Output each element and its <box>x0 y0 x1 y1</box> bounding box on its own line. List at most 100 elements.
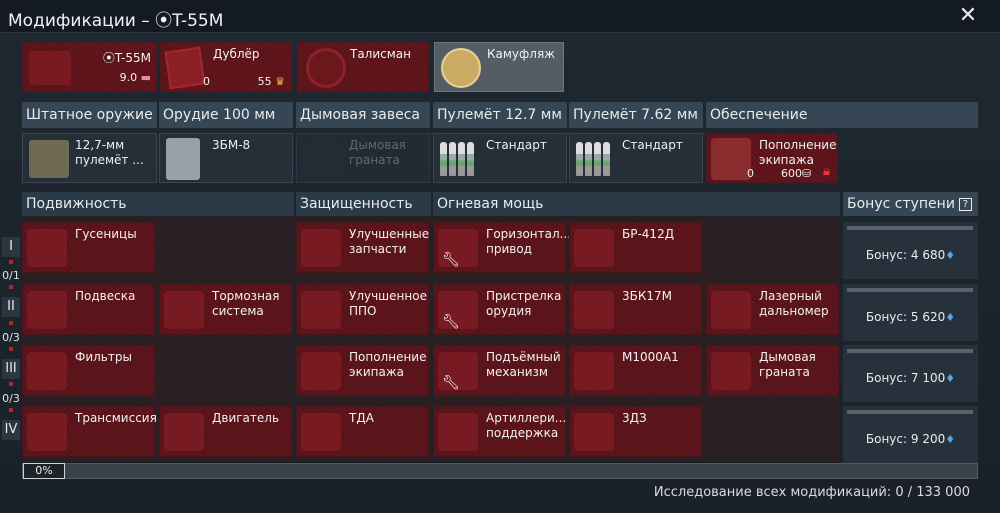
suspension-icon <box>27 291 67 329</box>
bonus-progress <box>847 410 973 414</box>
engine-icon <box>164 413 204 451</box>
backup-price: 55 ♛ <box>257 75 285 88</box>
mod-label: Лазерный дальномер <box>759 289 829 318</box>
tab-standard-weapon[interactable]: Штатное оружие <box>22 102 157 128</box>
mod-artillery[interactable]: Артиллери... поддержка <box>433 406 566 457</box>
mod-transmission[interactable]: Трансмиссия <box>22 406 157 457</box>
mod-3bk17m[interactable]: 3БК17М <box>569 284 702 335</box>
cartridge-icon <box>594 142 601 176</box>
tier-1-bonus: Бонус: 4 680♦ <box>843 222 978 279</box>
wrench-icon: 🔧︎ <box>442 314 460 330</box>
bonus-progress <box>847 288 973 292</box>
bonus-value: Бонус: 4 680 <box>865 248 946 262</box>
bonus-progress <box>847 349 973 353</box>
smoke-slot[interactable]: Дымовая граната <box>296 133 430 183</box>
mod-label: Пополнение экипажа <box>349 350 427 379</box>
research-point-icon: ♦ <box>945 249 956 262</box>
mod-tracks[interactable]: Гусеницы <box>22 222 155 273</box>
crew-count: 0 <box>747 167 754 180</box>
mod-crew-replenish[interactable]: Пополнение экипажа <box>296 345 429 396</box>
mod-label: Дымовая граната <box>759 350 816 379</box>
mg-weapon-slot[interactable]: 12,7-мм пулемёт ... <box>22 133 157 183</box>
tier-dot <box>9 408 13 412</box>
mod-brakes[interactable]: Тормозная система <box>159 284 292 335</box>
camo-slot[interactable]: Камуфляж <box>434 42 564 92</box>
crew-replenish-slot[interactable]: Пополнение экипажа 0 600⛁ 🔒︎ <box>706 133 838 183</box>
smoke-grenade-icon <box>711 352 751 390</box>
talisman-icon <box>306 48 346 88</box>
tier-1-count: 0/1 <box>2 269 20 282</box>
title-bar: Модификации – ⦿T-55M ✕ <box>0 0 1000 33</box>
mod-elevation[interactable]: 🔧︎ Подъёмный механизм <box>433 345 566 396</box>
bonus-value: Бонус: 5 620 <box>865 310 946 324</box>
shell-icon <box>574 229 614 267</box>
mod-label: Пристрелка орудия <box>486 289 562 318</box>
research-total: Исследование всех модификаций: 0 / 133 0… <box>653 485 970 500</box>
tank-icon <box>29 51 71 85</box>
mg762-slot[interactable]: Стандарт <box>569 133 703 183</box>
mod-horizontal-drive[interactable]: 🔧︎ Горизонтал... привод <box>433 222 572 273</box>
mod-3dz[interactable]: 3ДЗ <box>569 406 702 457</box>
mod-label: Артиллери... поддержка <box>486 411 567 440</box>
mod-zeroing[interactable]: 🔧︎ Пристрелка орудия <box>433 284 566 335</box>
tab-gun-100[interactable]: Орудие 100 мм <box>159 102 293 128</box>
mod-suspension[interactable]: Подвеска <box>22 284 155 335</box>
smoke-label: Дымовая граната <box>349 138 406 167</box>
mg127-slot[interactable]: Стандарт <box>433 133 567 183</box>
mod-tda[interactable]: ТДА <box>296 406 429 457</box>
mod-label: Фильтры <box>75 350 132 364</box>
tab-mg762[interactable]: Пулемёт 7.62 мм <box>569 102 703 128</box>
wrench-icon: 🔧︎ <box>442 252 460 268</box>
rangefinder-icon <box>711 291 751 329</box>
artillery-icon <box>438 413 478 451</box>
shell-icon <box>574 413 614 451</box>
tab-smoke[interactable]: Дымовая завеса <box>296 102 430 128</box>
cartridge-icon <box>603 142 610 176</box>
mod-label: Горизонтал... привод <box>486 227 572 256</box>
mod-rangefinder[interactable]: Лазерный дальномер <box>706 284 839 335</box>
vehicle-slot[interactable]: ⦿T-55M 9.0 ▬ <box>22 42 157 92</box>
research-point-icon: ♦ <box>945 311 956 324</box>
mod-m1000a1[interactable]: М1000А1 <box>569 345 702 396</box>
mod-label: Гусеницы <box>75 227 137 241</box>
shell-label: 3БМ-8 <box>212 138 251 152</box>
cartridge-icon <box>467 142 474 176</box>
mod-label: Тормозная система <box>212 289 280 318</box>
research-point-icon: ♦ <box>945 372 956 385</box>
mod-label: ТДА <box>349 411 374 425</box>
mod-engine[interactable]: Двигатель <box>159 406 292 457</box>
tab-mg127[interactable]: Пулемёт 12.7 мм <box>433 102 567 128</box>
cartridge-icon <box>458 142 465 176</box>
shell-slot[interactable]: 3БМ-8 <box>159 133 293 183</box>
transmission-icon <box>27 413 67 451</box>
crew-icon <box>301 352 341 390</box>
mod-smoke-grenade[interactable]: Дымовая граната <box>706 345 839 396</box>
brakes-icon <box>164 291 204 329</box>
mod-fps[interactable]: Улучшенное ППО <box>296 284 429 335</box>
close-icon[interactable]: ✕ <box>956 4 980 28</box>
tier-dot <box>9 321 13 325</box>
vehicle-name: ⦿T-55M <box>102 51 151 65</box>
parts-icon <box>301 229 341 267</box>
mod-filters[interactable]: Фильтры <box>22 345 155 396</box>
group-mobility: Подвижность <box>22 192 294 216</box>
tier-dot <box>9 347 13 351</box>
help-icon[interactable]: ? <box>958 197 972 211</box>
mod-parts[interactable]: Улучшенные запчасти <box>296 222 429 273</box>
mod-br412d[interactable]: БР-412Д <box>569 222 702 273</box>
mod-label: Подъёмный механизм <box>486 350 561 379</box>
mod-label: Трансмиссия <box>75 411 157 425</box>
tier-2-count: 0/3 <box>2 331 20 344</box>
talisman-slot[interactable]: Талисман <box>297 42 429 92</box>
mg-weapon-label: 12,7-мм пулемёт ... <box>75 138 144 167</box>
backup-slot[interactable]: Дублёр 0 55 ♛ <box>160 42 292 92</box>
cartridge-icon <box>449 142 456 176</box>
mg127-label: Стандарт <box>486 138 547 152</box>
mod-label: 3ДЗ <box>622 411 647 425</box>
window-title: Модификации – ⦿T-55M <box>8 11 224 31</box>
backup-label: Дублёр <box>213 47 260 61</box>
vehicle-rank: 9.0 ▬ <box>119 71 151 84</box>
bonus-value: Бонус: 7 100 <box>865 371 946 385</box>
camo-brush-icon <box>441 48 481 88</box>
tab-support[interactable]: Обеспечение <box>706 102 978 128</box>
